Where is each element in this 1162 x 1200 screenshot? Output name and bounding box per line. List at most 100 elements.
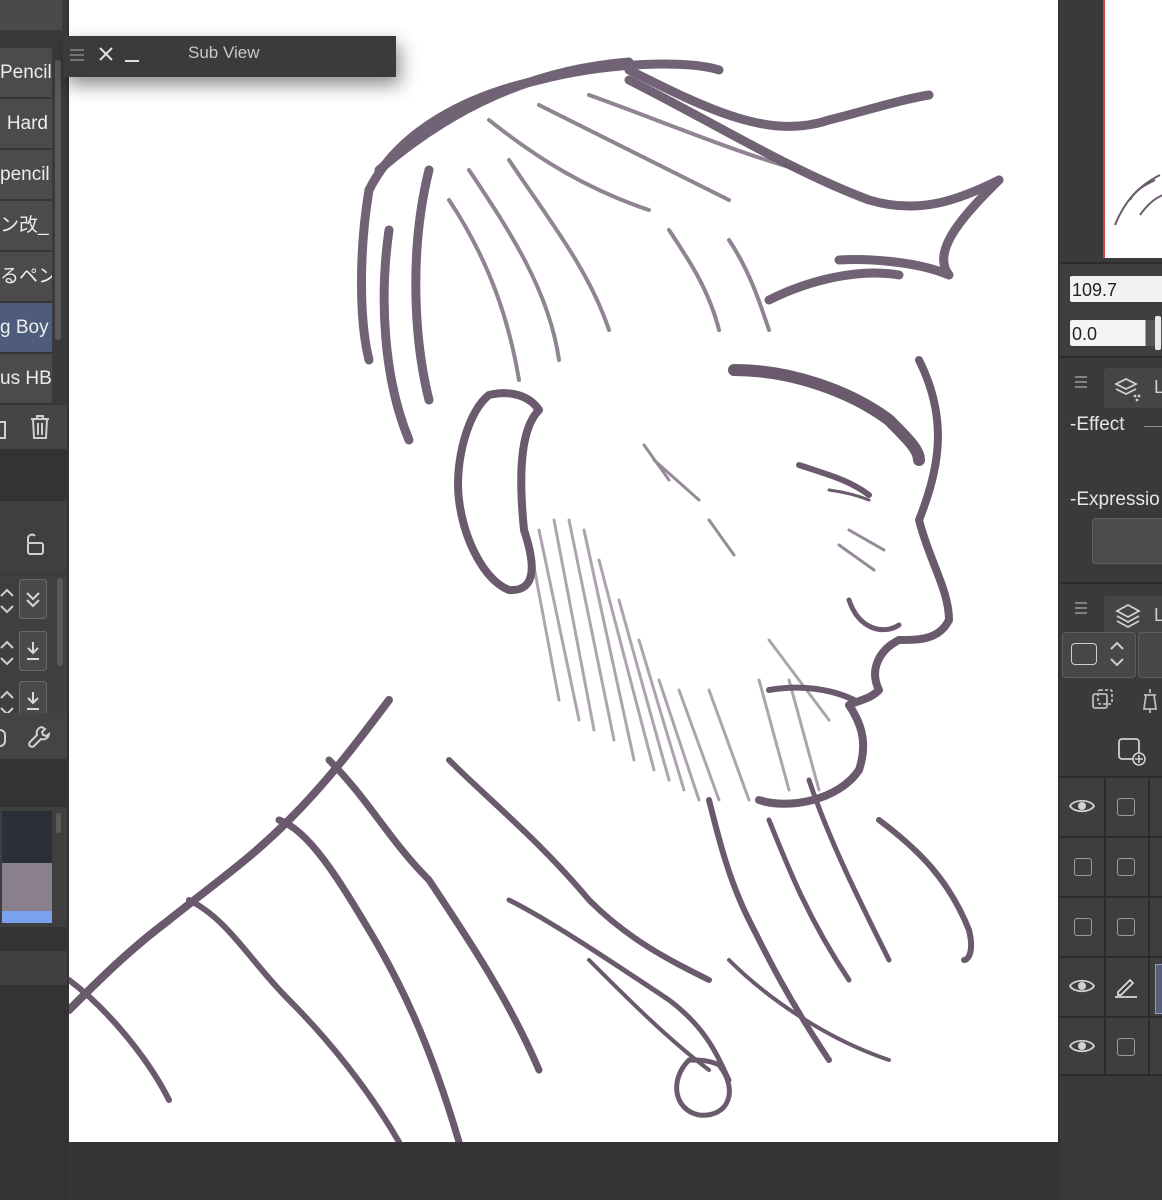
drawing-canvas[interactable]: [69, 0, 1058, 1142]
up-down-arrows-icon[interactable]: [1109, 637, 1125, 671]
visibility-cell: [1060, 898, 1106, 956]
menu-icon[interactable]: [1074, 375, 1088, 389]
brush-item[interactable]: pencil: [0, 150, 52, 201]
brush-item-label: Hard: [6, 113, 48, 134]
eye-icon[interactable]: [1068, 976, 1096, 996]
download-button[interactable]: [19, 681, 47, 713]
trash-icon[interactable]: [28, 413, 52, 441]
blend-mode-control[interactable]: [1062, 632, 1136, 678]
up-down-arrows-icon[interactable]: [0, 583, 14, 619]
effect-section-label: -Effect: [1070, 414, 1125, 435]
layer-row[interactable]: [1060, 1016, 1162, 1076]
brush-item[interactable]: るペン: [0, 252, 52, 303]
layer-checkbox[interactable]: [1117, 1038, 1135, 1056]
visibility-checkbox[interactable]: [1074, 858, 1092, 876]
layer-row[interactable]: [1060, 836, 1162, 896]
eye-icon[interactable]: [1068, 1036, 1096, 1056]
opacity-field[interactable]: 0.0: [1070, 320, 1162, 346]
panel-top-tab[interactable]: [0, 0, 62, 30]
effect-section-line: [1144, 426, 1162, 427]
panel-separator: [0, 449, 67, 501]
blend-mode-swatch: [1071, 643, 1097, 665]
sub-view-title: Sub View: [188, 43, 260, 62]
reference-layer-icon[interactable]: [1138, 687, 1162, 715]
layer-property-icon: [1114, 377, 1141, 402]
opacity-slider-handle[interactable]: [1155, 316, 1161, 350]
layer-checkbox[interactable]: [1117, 918, 1135, 936]
navigator-thumbnail-sketch: [1114, 174, 1162, 226]
lock-cell: [1104, 898, 1150, 956]
color-swatch-blue[interactable]: [2, 911, 52, 923]
sub-view-panel[interactable]: Sub View: [63, 36, 396, 77]
panel-separator: [0, 759, 67, 807]
brush-item-label: pencil: [0, 164, 50, 185]
check-double-button[interactable]: [19, 579, 47, 619]
visibility-cell: [1060, 958, 1106, 1016]
layer-row-active[interactable]: [1060, 956, 1162, 1016]
wrench-icon[interactable]: [26, 723, 54, 751]
lock-cell: [1104, 778, 1150, 836]
layers-icon: [1115, 603, 1141, 629]
partial-icon[interactable]: [0, 421, 6, 439]
brush-item-label: るペン: [0, 266, 52, 287]
minimize-icon[interactable]: [123, 45, 141, 63]
effect-tab[interactable]: L: [1104, 368, 1162, 408]
navigator-preview[interactable]: [1103, 0, 1162, 258]
color-area: [0, 807, 67, 927]
new-layer-icon[interactable]: [1116, 736, 1148, 768]
menu-icon[interactable]: [1074, 601, 1088, 615]
layer-thumbnail-selected[interactable]: [1155, 964, 1162, 1014]
expression-dropdown[interactable]: [1092, 518, 1162, 564]
pen-icon[interactable]: [1112, 972, 1140, 1000]
brush-item[interactable]: Hard: [0, 99, 52, 150]
color-swatch-mauve[interactable]: [2, 863, 52, 911]
layer-checkbox[interactable]: [1117, 798, 1135, 816]
layer-row[interactable]: [1060, 776, 1162, 836]
brush-item-label: g Boy: [0, 303, 52, 352]
layer-list-bottom-border: [1060, 1074, 1162, 1076]
panel-separator: [0, 927, 67, 951]
brush-item[interactable]: Pencil: [0, 48, 52, 99]
opacity-control[interactable]: [1138, 632, 1162, 678]
navigator-area: [1060, 0, 1162, 262]
brush-item-selected[interactable]: g Boy: [0, 303, 52, 354]
brush-actions-row: [0, 405, 67, 449]
clip-layer-icon[interactable]: [1090, 687, 1116, 713]
brush-item-label: us HB: [0, 368, 52, 389]
brush-item[interactable]: us HB: [0, 354, 52, 405]
panel-separator: [0, 985, 67, 1200]
brush-list-scrollbar[interactable]: [55, 60, 61, 340]
download-icon: [27, 692, 39, 710]
effect-panel: L -Effect -Expressio: [1060, 356, 1162, 584]
menu-icon[interactable]: [69, 47, 85, 63]
color-scrollbar[interactable]: [56, 813, 61, 833]
layer-checkbox[interactable]: [1117, 858, 1135, 876]
download-button[interactable]: [19, 631, 47, 671]
brush-item-label: ン改_: [0, 215, 49, 236]
canvas-bottom-bar: [67, 1142, 1060, 1200]
lock-cell: [1104, 838, 1150, 896]
close-icon[interactable]: [97, 45, 115, 63]
tool-property-area: 109.7 0.0: [1060, 262, 1162, 356]
download-icon: [27, 642, 39, 660]
check-double-icon: [26, 592, 40, 608]
lock-cell: [1104, 1018, 1150, 1076]
visibility-cell: [1060, 778, 1106, 836]
layer-row[interactable]: [1060, 896, 1162, 956]
eye-icon[interactable]: [1068, 796, 1096, 816]
brush-size-field[interactable]: 109.7: [1070, 276, 1162, 302]
layer-tab[interactable]: L: [1104, 596, 1162, 634]
brush-item-label: Pencil: [0, 62, 52, 83]
brush-item[interactable]: ン改_: [0, 201, 52, 252]
up-down-arrows-icon[interactable]: [0, 635, 14, 671]
sketch-artwork: [69, 57, 1004, 1142]
settings-scrollbar[interactable]: [57, 578, 63, 666]
lock-cell: [1104, 958, 1150, 1016]
color-swatch-dark[interactable]: [2, 811, 52, 863]
lock-row: [0, 501, 67, 573]
up-down-arrows-icon[interactable]: [0, 685, 14, 713]
partial-icon[interactable]: [0, 729, 6, 747]
effect-tab-label-fragment: L: [1154, 377, 1162, 397]
visibility-checkbox[interactable]: [1074, 918, 1092, 936]
lock-open-icon[interactable]: [22, 531, 46, 557]
